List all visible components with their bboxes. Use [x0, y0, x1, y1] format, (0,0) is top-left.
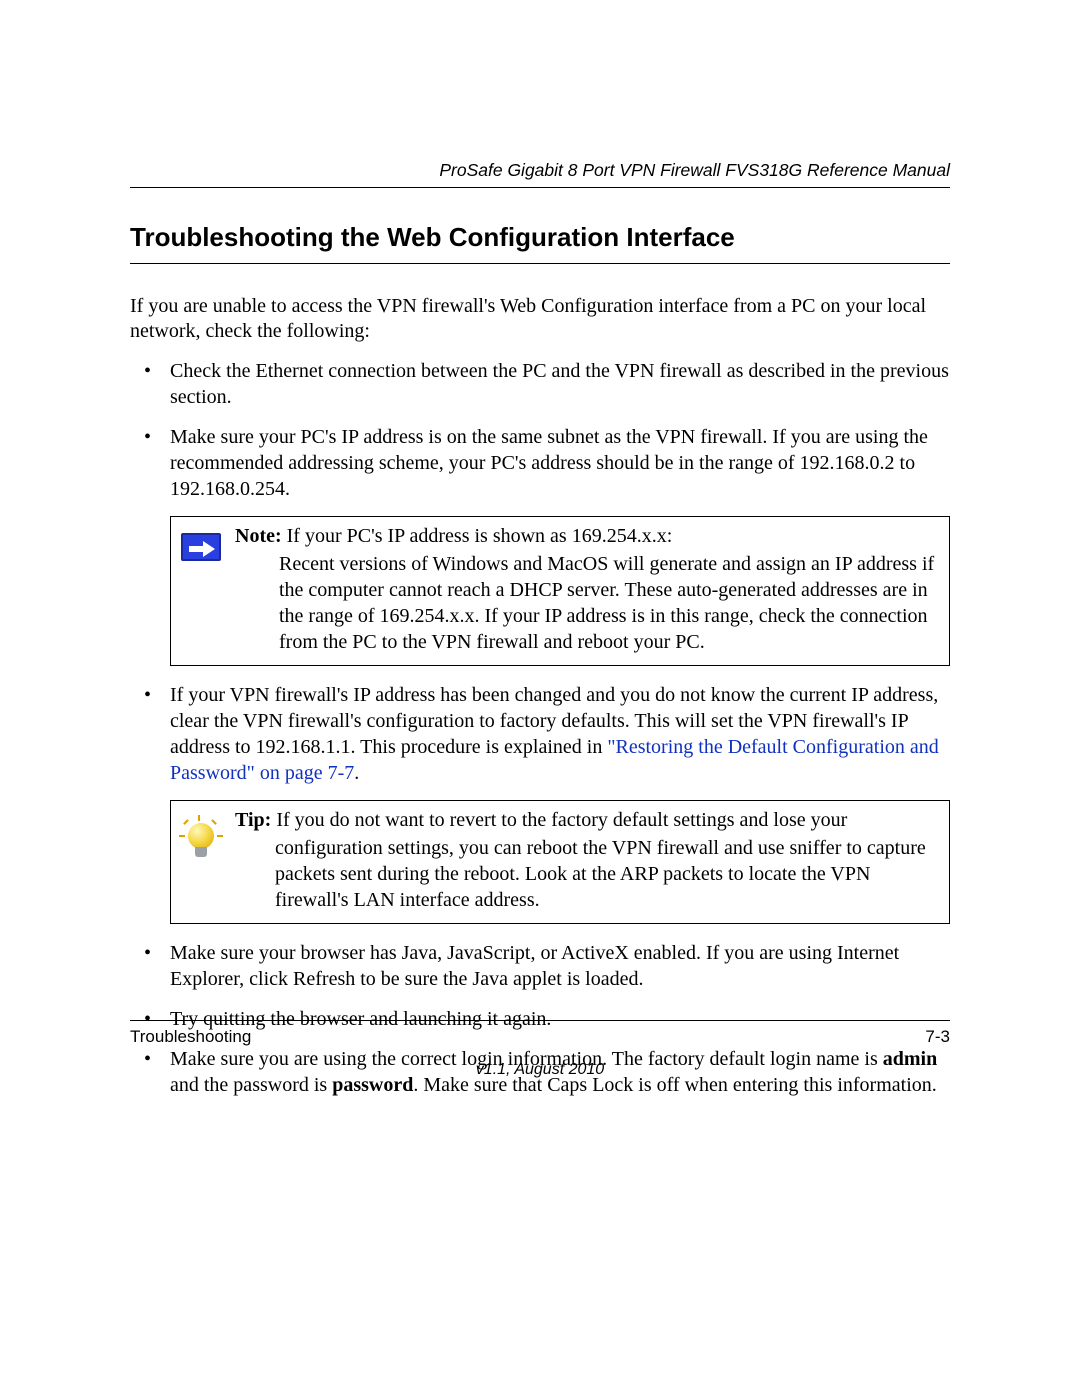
note-text: Note: If your PC's IP address is shown a…: [235, 523, 939, 655]
running-header: ProSafe Gigabit 8 Port VPN Firewall FVS3…: [130, 160, 950, 188]
footer-version: v1.1, August 2010: [130, 1061, 950, 1079]
page-body: ProSafe Gigabit 8 Port VPN Firewall FVS3…: [130, 160, 950, 1112]
section-heading: Troubleshooting the Web Configuration In…: [130, 222, 950, 264]
list-item-text: Make sure your PC's IP address is on the…: [170, 426, 928, 500]
note-lead-text: If your PC's IP address is shown as 169.…: [282, 525, 673, 547]
tip-label: Tip:: [235, 809, 271, 831]
tip-lead-text: If you do not want to revert to the fact…: [271, 809, 847, 831]
footer-line: Troubleshooting 7-3: [130, 1027, 950, 1047]
note-callout: Note: If your PC's IP address is shown a…: [170, 516, 950, 666]
list-item-text-post: .: [354, 762, 359, 784]
list-item: Make sure your PC's IP address is on the…: [130, 424, 950, 502]
list-item-text: Check the Ethernet connection between th…: [170, 360, 949, 408]
intro-paragraph: If you are unable to access the VPN fire…: [130, 294, 950, 344]
note-body: Recent versions of Windows and MacOS wil…: [235, 551, 939, 655]
footer-chapter: Troubleshooting: [130, 1027, 251, 1047]
tip-callout: Tip: If you do not want to revert to the…: [170, 800, 950, 924]
troubleshoot-list: Check the Ethernet connection between th…: [130, 358, 950, 502]
tip-text: Tip: If you do not want to revert to the…: [235, 807, 939, 913]
list-item: If your VPN firewall's IP address has be…: [130, 682, 950, 786]
troubleshoot-list-continued: If your VPN firewall's IP address has be…: [130, 682, 950, 786]
note-icon-wrap: [181, 523, 223, 561]
footer-page-number: 7-3: [925, 1027, 950, 1047]
list-item: Check the Ethernet connection between th…: [130, 358, 950, 410]
arrow-right-icon: [181, 533, 221, 561]
page-footer: Troubleshooting 7-3 v1.1, August 2010: [130, 1020, 950, 1079]
footer-rule: [130, 1020, 950, 1021]
list-item-text: Make sure your browser has Java, JavaScr…: [170, 942, 899, 990]
tip-body: configuration settings, you can reboot t…: [235, 835, 939, 913]
lightbulb-icon: [181, 817, 221, 863]
note-label: Note:: [235, 525, 282, 547]
list-item: Make sure your browser has Java, JavaScr…: [130, 940, 950, 992]
tip-icon-wrap: [181, 807, 223, 863]
